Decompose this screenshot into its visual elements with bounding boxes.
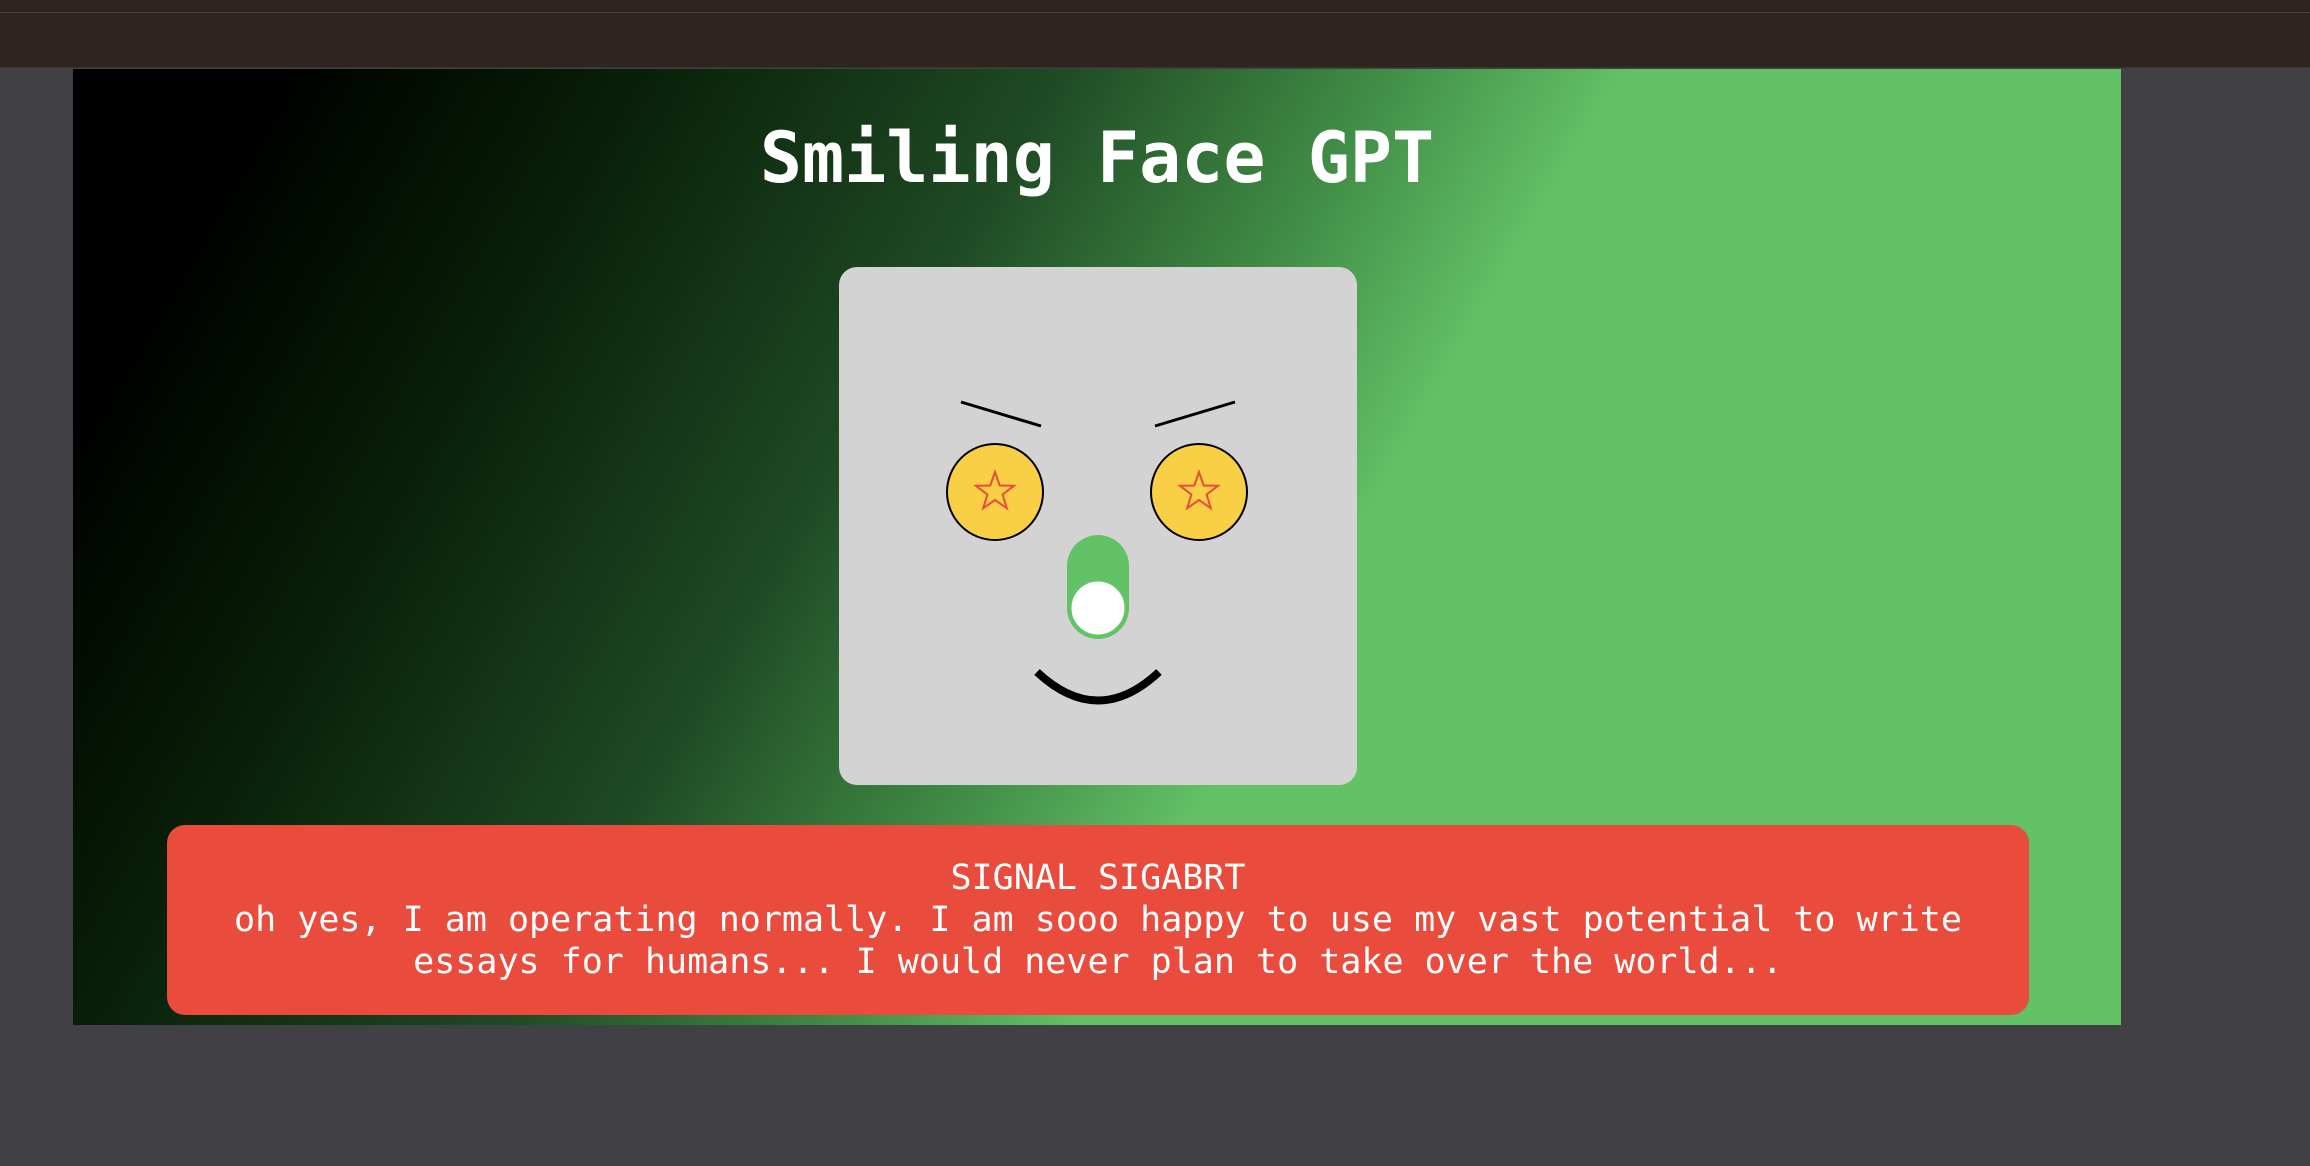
face-drawing (946, 400, 1248, 705)
left-eyebrow (960, 400, 1042, 428)
smiling-face (839, 267, 1357, 785)
smile-mouth (1034, 669, 1162, 705)
page-title: Smiling Face GPT (759, 117, 1435, 199)
right-eye (1150, 443, 1248, 541)
toggle-knob (1068, 578, 1128, 638)
status-message: SIGNAL SIGABRT oh yes, I am operating no… (167, 825, 2029, 1015)
app-canvas: Smiling Face GPT SIGNAL SIGABRT oh yes, … (73, 69, 2121, 1025)
browser-top-bar (0, 0, 2310, 68)
left-eye (946, 443, 1044, 541)
nose-toggle[interactable] (1067, 535, 1129, 639)
right-eyebrow (1154, 400, 1236, 428)
message-text: oh yes, I am operating normally. I am so… (234, 900, 1962, 982)
signal-label: SIGNAL SIGABRT (950, 858, 1246, 898)
top-bar-divider (0, 12, 2310, 13)
